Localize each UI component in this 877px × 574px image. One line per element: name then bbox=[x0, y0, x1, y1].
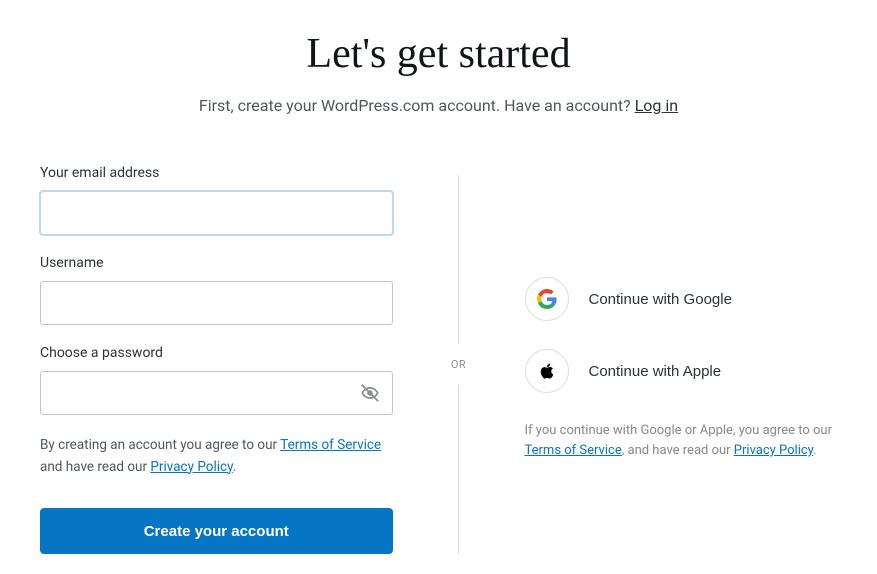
terms-link[interactable]: Terms of Service bbox=[280, 437, 381, 453]
privacy-link[interactable]: Privacy Policy bbox=[150, 459, 232, 475]
create-account-button[interactable]: Create your account bbox=[40, 508, 393, 554]
divider-line-bottom bbox=[458, 385, 459, 554]
password-input[interactable] bbox=[40, 371, 393, 415]
apple-button-label: Continue with Apple bbox=[589, 363, 722, 380]
login-link[interactable]: Log in bbox=[635, 96, 678, 115]
google-icon bbox=[525, 277, 569, 321]
signup-form: Your email address Username Choose a pas… bbox=[40, 165, 439, 554]
google-button-label: Continue with Google bbox=[589, 291, 732, 308]
page-title: Let's get started bbox=[40, 30, 837, 78]
apple-icon bbox=[525, 349, 569, 393]
continue-with-apple-button[interactable]: Continue with Apple bbox=[525, 349, 722, 393]
legal-suffix: . bbox=[233, 459, 237, 475]
page-subtitle: First, create your WordPress.com account… bbox=[40, 96, 837, 115]
subtitle-text: First, create your WordPress.com account… bbox=[199, 96, 635, 115]
continue-with-google-button[interactable]: Continue with Google bbox=[525, 277, 732, 321]
legal-mid: and have read our bbox=[40, 459, 150, 475]
social-legal-suffix: . bbox=[813, 443, 816, 458]
divider-or-label: OR bbox=[451, 344, 466, 385]
username-label: Username bbox=[40, 255, 393, 271]
legal-prefix: By creating an account you agree to our bbox=[40, 437, 280, 453]
divider: OR bbox=[439, 165, 479, 554]
email-input[interactable] bbox=[40, 191, 393, 235]
social-legal-text: If you continue with Google or Apple, yo… bbox=[525, 421, 838, 461]
toggle-password-visibility-icon[interactable] bbox=[359, 382, 381, 404]
email-label: Your email address bbox=[40, 165, 393, 181]
divider-line-top bbox=[458, 175, 459, 344]
social-privacy-link[interactable]: Privacy Policy bbox=[734, 443, 813, 458]
signup-legal-text: By creating an account you agree to our … bbox=[40, 435, 393, 478]
username-input[interactable] bbox=[40, 281, 393, 325]
social-legal-prefix: If you continue with Google or Apple, yo… bbox=[525, 423, 833, 438]
social-legal-mid: , and have read our bbox=[622, 443, 734, 458]
password-label: Choose a password bbox=[40, 345, 393, 361]
social-login-section: Continue with Google Continue with Apple… bbox=[479, 165, 838, 554]
social-terms-link[interactable]: Terms of Service bbox=[525, 443, 622, 458]
